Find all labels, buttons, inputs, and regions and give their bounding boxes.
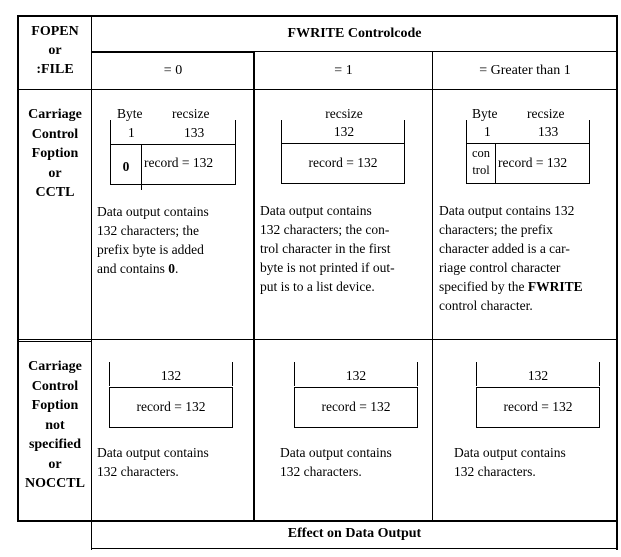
footer-bottom	[91, 548, 618, 549]
left-tick	[466, 120, 467, 144]
header-bottom	[17, 89, 617, 90]
description-line: character added is a car-	[439, 241, 570, 256]
recsize-number: 132	[333, 124, 355, 139]
description-line: and contains 0.	[97, 261, 179, 276]
control-prefix-line: con	[471, 146, 491, 160]
col-divider-2	[432, 51, 433, 521]
description-line: 132 characters; the con-	[260, 222, 390, 237]
description-line: prefix byte is added	[97, 242, 204, 257]
byte-number: 1	[484, 124, 491, 139]
row-header-line: Control	[31, 126, 79, 142]
prefix-byte: 0	[122, 159, 130, 174]
record-label: record = 132	[503, 399, 573, 414]
header-divider-thick	[91, 51, 254, 53]
cell-description: Data output contains 132 characters.	[97, 443, 252, 481]
description-line: put is to a list device.	[260, 279, 375, 294]
record-label: record = 132	[498, 155, 568, 170]
corner-header-line2: or	[48, 43, 62, 58]
control-prefix: con trol	[467, 145, 495, 179]
corner-header: FOPEN or :FILE	[19, 22, 91, 79]
right-tick	[235, 120, 236, 144]
recsize-label: recsize	[527, 106, 565, 121]
description-line: byte is not printed if out-	[260, 260, 395, 275]
recsize-label: recsize	[325, 106, 363, 121]
recsize-number: 133	[184, 125, 205, 140]
row2-header-top	[19, 341, 92, 342]
left-tick	[110, 120, 111, 144]
description-line: Data output contains	[280, 445, 392, 460]
footer-caption: Effect on Data Output	[287, 526, 422, 541]
description-line: Data output contains	[454, 445, 566, 460]
row-header-cctl: Carriage Control Foption or CCTL	[19, 105, 91, 203]
byte-number: 1	[128, 125, 135, 140]
column-header-1: = 1	[334, 63, 353, 78]
recsize-number: 132	[345, 368, 367, 383]
record-label: record = 132	[308, 155, 378, 170]
column-header-0: = 0	[163, 63, 183, 78]
body-bottom	[17, 520, 618, 522]
header-divider	[253, 51, 617, 52]
row-header-line: Foption	[31, 398, 79, 413]
record-label: record = 132	[144, 155, 214, 170]
description-line: 132 characters.	[280, 464, 362, 479]
emphasis-fwrite: FWRITE	[527, 279, 583, 294]
cell-description: Data output contains 132 characters; the…	[439, 201, 617, 315]
record-label: record = 132	[321, 399, 391, 414]
description-line: riage control character	[439, 260, 561, 275]
row-header-line: specified	[28, 437, 82, 452]
frame-top	[17, 15, 618, 17]
recsize-number: 132	[160, 368, 182, 383]
row-header-line: CCTL	[35, 185, 75, 200]
byte-label: Byte	[117, 106, 143, 121]
row-header-line: or	[48, 165, 62, 181]
description-line: control character.	[439, 298, 533, 313]
top-header-keyword: FWRITE	[287, 26, 345, 41]
col-divider-left	[91, 15, 92, 550]
prefix-divider	[495, 143, 496, 184]
cell-description: Data output contains 132 characters; the…	[260, 201, 432, 296]
row-header-line: or	[48, 456, 62, 472]
description-line: Data output contains	[97, 445, 209, 460]
recsize-number: 132	[527, 368, 549, 383]
right-tick	[589, 120, 590, 144]
row-header-line: Foption	[31, 146, 79, 161]
description-line: specified by the FWRITE	[439, 279, 583, 294]
cell-description: Data output contains 132 characters.	[454, 443, 614, 481]
emphasis-zero: 0	[168, 261, 175, 276]
record-label: record = 132	[136, 399, 206, 414]
prefix-divider	[141, 144, 142, 190]
corner-header-line3: :FILE	[36, 62, 74, 77]
row-header-line: Control	[31, 378, 79, 394]
description-line: trol character in the first	[260, 241, 391, 256]
row-header-nocctl: Carriage Control Foption not specified o…	[19, 357, 91, 494]
description-line: 132 characters.	[454, 464, 536, 479]
description-line: 132 characters; the	[97, 223, 199, 238]
row-header-line: Carriage	[28, 107, 82, 122]
control-prefix-line: trol	[472, 163, 490, 177]
col-divider-1	[253, 51, 255, 521]
corner-header-line1: FOPEN	[31, 24, 79, 39]
recsize-label: recsize	[172, 106, 210, 121]
byte-label: Byte	[472, 106, 498, 121]
recsize-number: 133	[538, 124, 559, 139]
row-header-line: not	[45, 417, 65, 433]
cell-description: Data output contains 132 characters; the…	[97, 202, 252, 278]
column-header-2: = Greater than 1	[479, 63, 571, 78]
row-divider	[17, 339, 617, 340]
description-line: Data output contains	[97, 204, 209, 219]
row-header-line: Carriage	[28, 359, 82, 374]
row-header-line: NOCCTL	[25, 476, 85, 491]
top-header: FWRITE Controlcode	[287, 26, 422, 41]
description-line: Data output contains 132	[439, 203, 575, 218]
cell-description: Data output contains 132 characters.	[280, 443, 430, 481]
description-line: characters; the prefix	[439, 222, 553, 237]
description-line: 132 characters.	[97, 464, 179, 479]
description-line: Data output contains	[260, 203, 372, 218]
